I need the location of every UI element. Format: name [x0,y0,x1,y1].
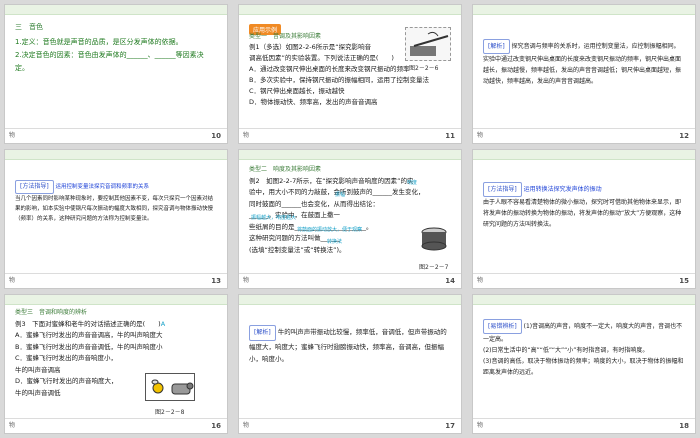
label-tag: [易错辨析] [483,319,522,334]
answer-text: 将鼓面的振动放大，便于观察 [297,227,363,233]
slide-content: 类型一 音调及其影响因素 例1（多选）如图2-2-6所示是“探究影响音 调高低因… [249,31,429,108]
footer-divider [473,418,695,419]
slide-content: [方法指导] 运用控制变量法探究音调和频率的关系 当几个因素同时影响某种现象时，… [15,180,217,224]
slide-thumbnail-12[interactable]: [解析] 探究音调与频率的关系时，运用控制变量法，应控制振幅相同。实验中通过改变… [472,4,696,144]
label-tag: [解析] [483,39,510,54]
slide-number: 15 [679,277,689,285]
slide-number: 17 [445,422,455,430]
method-title: 运用控制变量法探究音调和频率的关系 [55,184,149,190]
method-title: 运用转换法探究发声体的振动 [523,186,602,193]
text-line: B．多次实验中，保持钢尺振动的振幅相同，运用了控制变量法 [249,76,429,84]
slide-content: [易错辨析] (1)音调高的声音，响度不一定大，响度大的声音，音调也不一定高。 … [483,319,685,378]
steel-ruler-icon [410,31,449,56]
text-line: 例3 下面对蜜蜂和老牛的对话描述正确的是( )A [15,319,213,331]
text-line: 1.定义：音色就是声音的品质，是区分发声体的依据。 [15,38,183,46]
slide-thumbnail-17[interactable]: [解析] 牛的叫声声带振动比较慢，频率低，音调低，但声带振动的幅度大，响度大；蜜… [238,294,462,434]
footer-divider [473,273,695,274]
text-line: A．通过改变钢尺伸出桌面的长度来改变钢尺振动的频率 [249,65,410,73]
text-line: C．蜜蜂飞行时发出的声音响度小， [15,354,118,362]
slide-footer-text: 物 [243,422,250,429]
slide-footer-text: 物 [9,277,16,284]
subtitle: 类型三 音调和响度的辨析 [15,309,88,316]
subtitle: 类型一 音调及其影响因素 [249,33,322,40]
footer-divider [5,418,227,419]
slide-footer-text: 物 [243,132,250,139]
ruler-figure [405,27,451,61]
slide-thumbnail-16[interactable]: 类型三 音调和响度的辨析 例3 下面对蜜蜂和老牛的对话描述正确的是( )A A．… [4,294,228,434]
answer-text: 转换法 [327,239,343,245]
slide-grid: 三 音色 1.定义：音色就是声音的品质，是区分发声体的依据。 2.决定音色的因素… [4,4,696,434]
footer-divider [239,128,461,129]
slide-number: 11 [445,132,455,140]
slide-number: 13 [211,277,221,285]
slide-content: [解析] 牛的叫声声带振动比较慢，频率低，音调低，但声带振动的幅度大，响度大；蜜… [249,325,451,365]
text-line: 验中，用大小不同的力敲鼓，会听到鼓声的______发生变化， [249,188,425,196]
label-tag: [解析] [249,325,276,341]
text-line: 2.决定音色的因素：音色由发声体的______、______等因素决定。 [15,51,204,72]
slide-thumbnail-15[interactable]: [方法指导] 运用转换法探究发声体的振动 由于人眼不容易看清楚物体的微小振动，探… [472,149,696,289]
answer-text: A [160,319,166,328]
slide-footer-text: 物 [9,132,16,139]
slide-number: 12 [679,132,689,140]
bee-and-cow-icon [151,379,194,395]
section-heading: 三 音色 [15,23,43,31]
slide-thumbnail-14[interactable]: 类型二 响度及其影响因素 例2 如图2-2-7所示，在“探究影响声音响度的因素”… [238,149,462,289]
slide-thumbnail-11[interactable]: 应用示例 类型一 音调及其影响因素 例1（多选）如图2-2-6所示是“探究影响音… [238,4,462,144]
label-tag: [方法指导] [483,182,522,197]
figure-caption: 图2－2－6 [409,65,439,72]
label-tag: [方法指导] [15,180,54,194]
slide-footer-text: 物 [477,422,484,429]
text-line: C．钢尺伸出桌面越长，振动越快 [249,87,345,95]
footer-divider [5,273,227,274]
answer-text: 振幅越大，响度越大 [251,215,297,221]
answer-text: 响度 [407,180,418,186]
drum-figure [419,224,449,252]
subtitle: 类型二 响度及其影响因素 [249,166,322,173]
text-line: 调高低因素”的实验装置。下列说法正确的是( ) [249,54,394,62]
slide-number: 18 [679,422,689,430]
slide-content: [方法指导] 运用转换法探究发声体的振动 由于人眼不容易看清楚物体的微小振动，探… [483,182,685,230]
slide-thumbnail-10[interactable]: 三 音色 1.定义：音色就是声音的品质，是区分发声体的依据。 2.决定音色的因素… [4,4,228,144]
slide-thumbnail-13[interactable]: [方法指导] 运用控制变量法探究音调和频率的关系 当几个因素同时影响某种现象时，… [4,149,228,289]
footer-divider [239,418,461,419]
text-line: B．蜜蜂飞行时发出的声音音调低，牛的叫声响度小 [15,342,163,351]
slide-content: [解析] 探究音调与频率的关系时，运用控制变量法，应控制振幅相同。实验中通过改变… [483,39,685,87]
drum-icon [421,227,447,251]
text-line: 例2 如图2-2-7所示，在“探究影响声音响度的因素”的实 [249,176,414,185]
slide-thumbnail-18[interactable]: [易错辨析] (1)音调高的声音，响度不一定大，响度大的声音，音调也不一定高。 … [472,294,696,434]
figure-caption: 图2－2－8 [155,409,185,416]
bee-cow-figure [145,373,195,401]
text-line: A．蜜蜂飞行时发出的声音音调高，牛的叫声响度大 [15,331,163,339]
explanation-text: 牛的叫声声带振动比较慢，频率低，音调低，但声带振动的幅度大，响度大；蜜蜂飞行时翅… [249,328,447,363]
method-text: 当几个因素同时影响某种现象时，要控制其他因素不变，每次只探究一个因素对结果的影响… [15,196,214,222]
slide-content: 三 音色 1.定义：音色就是声音的品质，是区分发声体的依据。 2.决定音色的因素… [15,21,217,75]
slide-footer-text: 物 [243,277,250,284]
text-line: (2)日常生活中的“高”“低”“大”“小”有时指音调，有时指响度。 [483,347,649,354]
slide-number: 14 [445,277,455,285]
slide-footer-text: 物 [477,277,484,284]
figure-caption: 图2－2－7 [419,264,449,271]
slide-footer-text: 物 [477,132,484,139]
method-text: 由于人眼不容易看清楚物体的微小振动，探究时可借助其他物体来显示，即将发声体的振动… [483,199,682,228]
slide-number: 16 [211,422,221,430]
text-line: 例1（多选）如图2-2-6所示是“探究影响音 [249,43,372,51]
slide-footer-text: 物 [9,422,16,429]
footer-divider [473,128,695,129]
answer-text: 振幅 [335,192,346,198]
explanation-text: 探究音调与频率的关系时，运用控制变量法，应控制振幅相同。实验中通过改变钢尺伸出桌… [483,43,682,85]
question-text: 例3 下面对蜜蜂和老牛的对话描述正确的是( ) [15,319,161,328]
text-line: 同时鼓面的______也会变化，从而得出结论： [249,199,379,208]
footer-divider [239,273,461,274]
slide-number: 10 [211,132,221,140]
text-line: (3)音调的高低，取决于物体振动的频率；响度的大小，取决于物体的振幅和距离发声体… [483,358,684,376]
text-line: D．物体振动快、频率高，发出的声音音调高 [249,98,378,106]
footer-divider [5,128,227,129]
